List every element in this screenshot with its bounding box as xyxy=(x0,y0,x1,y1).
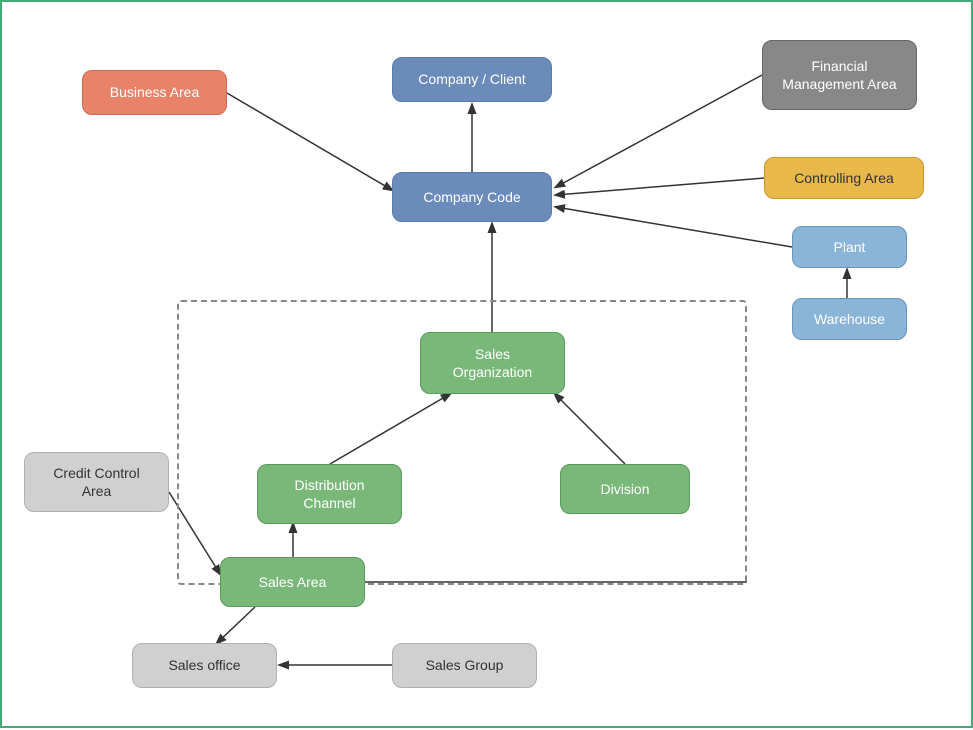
sales-office-node: Sales office xyxy=(132,643,277,688)
controlling-area-node: Controlling Area xyxy=(764,157,924,199)
credit-control-node: Credit Control Area xyxy=(24,452,169,512)
warehouse-node: Warehouse xyxy=(792,298,907,340)
plant-node: Plant xyxy=(792,226,907,268)
division-node: Division xyxy=(560,464,690,514)
company-code-node: Company Code xyxy=(392,172,552,222)
diagram-container: Company / Client Company Code Business A… xyxy=(0,0,973,728)
financial-mgmt-node: Financial Management Area xyxy=(762,40,917,110)
business-area-node: Business Area xyxy=(82,70,227,115)
sales-group-node: Sales Group xyxy=(392,643,537,688)
sales-org-node: Sales Organization xyxy=(420,332,565,394)
distribution-channel-node: Distribution Channel xyxy=(257,464,402,524)
company-client-node: Company / Client xyxy=(392,57,552,102)
sales-area-node: Sales Area xyxy=(220,557,365,607)
